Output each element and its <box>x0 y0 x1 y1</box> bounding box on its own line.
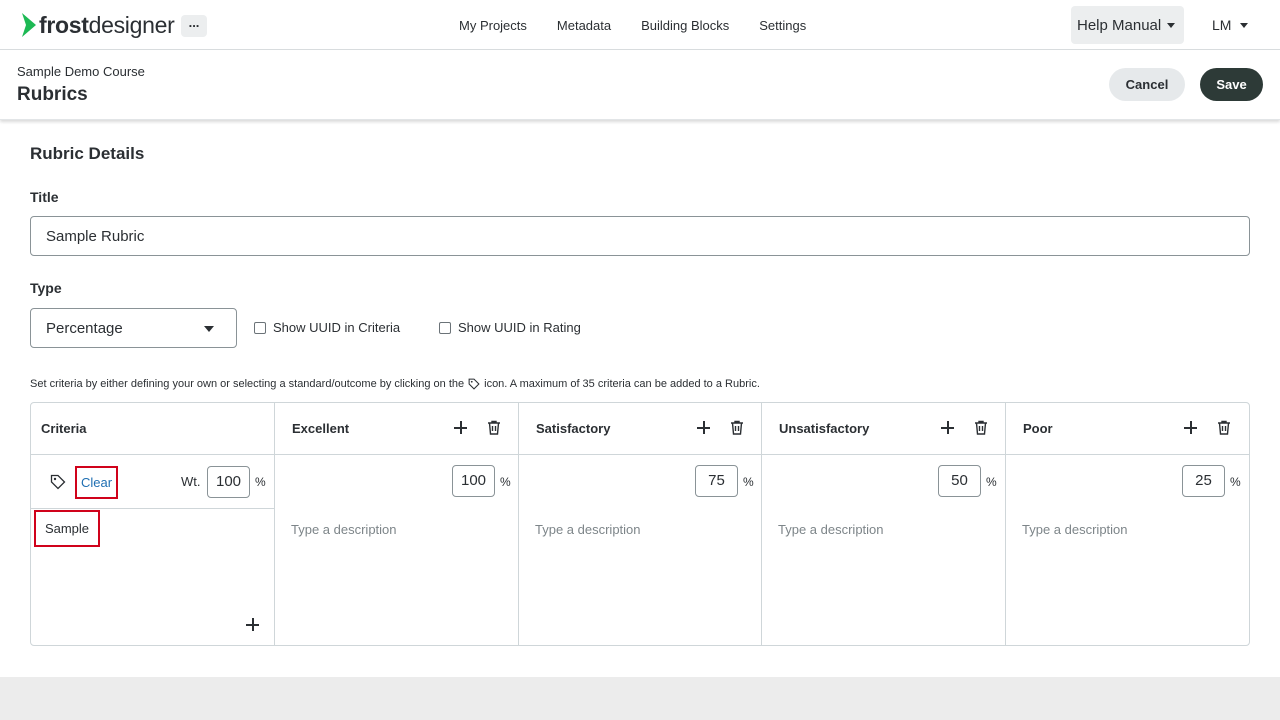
rating-percent-input[interactable]: 100 <box>452 465 495 497</box>
rating-description-input[interactable]: Type a description <box>1022 522 1128 537</box>
more-menu-button[interactable]: ... <box>181 15 207 37</box>
criterion-name[interactable]: Sample <box>34 510 100 547</box>
checkbox-box[interactable] <box>439 321 451 334</box>
rating-name: Poor <box>1023 421 1053 436</box>
title-label: Title <box>30 189 59 205</box>
rating-description-input[interactable]: Type a description <box>535 522 641 537</box>
type-label: Type <box>30 280 62 296</box>
help-manual-label: Help Manual <box>1077 16 1162 34</box>
rating-name: Unsatisfactory <box>779 421 870 436</box>
logo-text-rest: designer <box>88 12 175 38</box>
add-criterion-plus-icon[interactable] <box>246 618 259 631</box>
criteria-header-label: Criteria <box>41 421 87 436</box>
rating-percent-input[interactable]: 25 <box>1182 465 1225 497</box>
nav-settings[interactable]: Settings <box>759 18 806 33</box>
show-uuid-rating-label: Show UUID in Rating <box>458 320 581 335</box>
rating-column-unsatisfactory: Unsatisfactory 50 % Type a description <box>762 403 1006 645</box>
trash-icon[interactable] <box>1217 420 1231 435</box>
add-rating-plus-icon[interactable] <box>1184 421 1197 434</box>
rating-percent-input[interactable]: 75 <box>695 465 738 497</box>
criteria-column-header: Criteria <box>31 403 274 455</box>
caret-down-icon <box>1167 22 1176 28</box>
clear-link[interactable]: Clear <box>75 466 118 499</box>
trash-icon[interactable] <box>974 420 988 435</box>
help-manual-dropdown[interactable]: Help Manual <box>1071 6 1184 44</box>
rating-description-input[interactable]: Type a description <box>778 522 884 537</box>
title-input[interactable] <box>30 216 1250 256</box>
type-select[interactable]: Percentage <box>30 308 237 348</box>
rating-column-satisfactory: Satisfactory 75 % Type a description <box>519 403 762 645</box>
tag-icon <box>468 378 480 390</box>
rating-percent-sign: % <box>986 475 997 489</box>
hint-text-after: icon. A maximum of 35 criteria can be ad… <box>484 378 760 390</box>
caret-down-icon <box>1240 22 1249 28</box>
weight-label: Wt. <box>181 474 201 489</box>
criteria-hint: Set criteria by either defining your own… <box>30 378 760 390</box>
rating-column-header: Satisfactory <box>519 403 761 455</box>
trash-icon[interactable] <box>487 420 501 435</box>
criteria-column: Criteria Clear Wt. 100 % Sample <box>31 403 275 645</box>
nav-my-projects[interactable]: My Projects <box>459 18 527 33</box>
add-rating-plus-icon[interactable] <box>697 421 710 434</box>
trash-icon[interactable] <box>730 420 744 435</box>
rating-percent-sign: % <box>743 475 754 489</box>
rating-column-header: Unsatisfactory <box>762 403 1005 455</box>
checkbox-box[interactable] <box>254 321 266 334</box>
criteria-controls-row: Clear Wt. 100 % <box>31 455 274 509</box>
user-initials: LM <box>1212 17 1232 33</box>
show-uuid-criteria-checkbox[interactable]: Show UUID in Criteria <box>254 320 400 335</box>
rating-name: Satisfactory <box>536 421 611 436</box>
frost-designer-logo[interactable]: frostdesigner <box>21 11 175 39</box>
rating-column-excellent: Excellent 100 % Type a description <box>275 403 519 645</box>
user-menu[interactable]: LM <box>1212 0 1249 50</box>
main-nav: My Projects Metadata Building Blocks Set… <box>459 0 836 50</box>
rating-column-poor: Poor 25 % Type a description <box>1006 403 1249 645</box>
page-footer-band <box>0 677 1280 720</box>
page-title: Rubrics <box>17 84 88 105</box>
type-select-value: Percentage <box>46 319 123 337</box>
cancel-button[interactable]: Cancel <box>1109 68 1185 101</box>
logo-text-bold: frost <box>39 12 89 38</box>
rating-name: Excellent <box>292 421 350 436</box>
logo-chevron-icon <box>22 13 36 37</box>
show-uuid-rating-checkbox[interactable]: Show UUID in Rating <box>439 320 581 335</box>
nav-metadata[interactable]: Metadata <box>557 18 611 33</box>
add-rating-plus-icon[interactable] <box>941 421 954 434</box>
weight-percent-sign: % <box>255 475 266 489</box>
rating-percent-sign: % <box>1230 475 1241 489</box>
caret-down-icon <box>204 326 214 332</box>
add-rating-plus-icon[interactable] <box>454 421 467 434</box>
rating-percent-sign: % <box>500 475 511 489</box>
save-button[interactable]: Save <box>1200 68 1263 101</box>
nav-building-blocks[interactable]: Building Blocks <box>641 18 729 33</box>
page-header: Sample Demo Course Rubrics Cancel Save <box>0 50 1280 120</box>
hint-text-before: Set criteria by either defining your own… <box>30 378 465 390</box>
tag-icon[interactable] <box>50 474 66 490</box>
top-navbar: frostdesigner ... My Projects Metadata B… <box>0 0 1280 50</box>
course-name: Sample Demo Course <box>17 64 145 79</box>
rating-column-header: Excellent <box>275 403 518 455</box>
rating-percent-input[interactable]: 50 <box>938 465 981 497</box>
show-uuid-criteria-label: Show UUID in Criteria <box>273 320 401 335</box>
rating-description-input[interactable]: Type a description <box>291 522 397 537</box>
section-title: Rubric Details <box>30 144 145 163</box>
rating-column-header: Poor <box>1006 403 1249 455</box>
rubric-table: Criteria Clear Wt. 100 % Sample Excellen… <box>30 402 1250 646</box>
weight-input[interactable]: 100 <box>207 466 250 498</box>
